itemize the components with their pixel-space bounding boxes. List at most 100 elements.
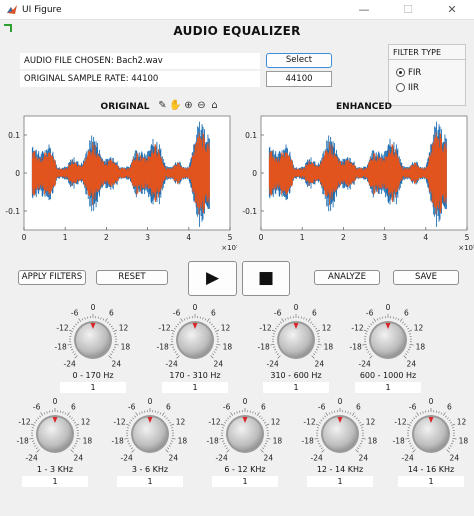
- knob-tick: [128, 422, 131, 424]
- knob-tick: [366, 328, 369, 330]
- knob-tick: [358, 445, 361, 447]
- knob-scale-label: 0: [243, 397, 248, 406]
- knob-tick: [264, 422, 267, 424]
- knob-tick: [310, 321, 312, 324]
- radio-iir[interactable]: IIR: [396, 82, 419, 94]
- knob-value-field[interactable]: 1: [398, 476, 464, 487]
- knob-scale-label: -6: [318, 403, 326, 412]
- knob-tick: [372, 321, 374, 324]
- matlab-icon: [7, 5, 17, 14]
- x-tick-label: 2: [341, 233, 346, 242]
- knob-scale-label: -6: [274, 309, 282, 318]
- knob-scale-label: 0: [53, 397, 58, 406]
- x-tick-label: 5: [228, 233, 233, 242]
- knob-value-field[interactable]: 1: [307, 476, 373, 487]
- knob-tick: [68, 329, 73, 332]
- knob-tick: [73, 445, 76, 447]
- knob-tick: [313, 353, 316, 356]
- knob-tick: [442, 412, 446, 416]
- knob-tick: [316, 427, 319, 429]
- knob-tick: [212, 325, 215, 328]
- knob-value-field[interactable]: 1: [117, 476, 183, 487]
- knob-band-label: 170 - 310 Hz: [169, 371, 221, 380]
- knob-tick: [33, 442, 36, 445]
- knob-scale-label: 24: [264, 453, 274, 462]
- knob-tick: [317, 440, 320, 442]
- close-button[interactable]: ✕: [430, 0, 474, 20]
- knob-tick: [406, 423, 411, 426]
- knob-scale-label: 18: [83, 436, 93, 445]
- radio-unselected-icon[interactable]: [396, 83, 405, 92]
- knob-tick: [169, 422, 172, 424]
- knob-tick: [226, 449, 230, 453]
- knob-tick: [266, 437, 271, 440]
- sample-rate-input[interactable]: 44100: [266, 71, 332, 87]
- knob-tick: [265, 423, 270, 426]
- knob-tick: [321, 449, 325, 453]
- knob-tick: [450, 442, 453, 445]
- minimize-button[interactable]: —: [342, 0, 386, 20]
- knob-tick: [176, 355, 180, 359]
- knob-tick: [264, 442, 267, 445]
- knob-scale-label: 24: [112, 359, 122, 368]
- knob-tick: [406, 351, 409, 353]
- sample-rate-field: ORIGINAL SAMPLE RATE: 44100: [20, 71, 260, 87]
- knob-tick: [275, 351, 278, 353]
- knob-tick: [405, 353, 408, 356]
- knob-tick: [411, 447, 414, 450]
- knob-tick: [129, 445, 132, 447]
- knob-tick: [408, 440, 411, 442]
- knob-scale-label: -18: [55, 342, 67, 351]
- knob-tick: [365, 346, 368, 348]
- reset-button[interactable]: RESET: [96, 270, 168, 285]
- radio-fir[interactable]: FIR: [396, 67, 421, 79]
- window-title: UI Figure: [22, 5, 62, 15]
- knob-tick: [320, 447, 323, 450]
- knob-tick: [379, 317, 381, 320]
- save-button[interactable]: SAVE: [393, 270, 459, 285]
- knob-tick: [319, 445, 322, 447]
- stop-button[interactable]: ■: [242, 261, 290, 296]
- knob-tick: [183, 318, 186, 321]
- analyze-button[interactable]: ANALYZE: [314, 270, 380, 285]
- knob-tick: [102, 318, 105, 321]
- knob-tick: [408, 329, 413, 332]
- x-tick-label: 4: [186, 233, 191, 242]
- knob-tick: [169, 343, 174, 346]
- knob-tick: [124, 437, 129, 440]
- knob-tick: [364, 333, 367, 335]
- knob-tick: [113, 329, 118, 332]
- knob-tick: [104, 318, 108, 322]
- knob-tick: [76, 437, 81, 440]
- radio-fir-label: FIR: [408, 68, 422, 78]
- play-button[interactable]: ▶: [188, 261, 237, 296]
- knob-band-label: 14 - 16 KHz: [407, 465, 455, 474]
- knob-tick: [411, 419, 414, 422]
- y-tick-label: -0.1: [242, 207, 257, 216]
- knob-tick: [215, 329, 220, 332]
- knob-tick: [159, 412, 162, 415]
- radio-selected-icon[interactable]: [396, 68, 405, 77]
- knob-scale-label: -12: [351, 323, 363, 332]
- knob-tick: [303, 317, 305, 320]
- knob-tick: [362, 343, 367, 346]
- knob-tick: [318, 422, 321, 424]
- knob-tick: [229, 415, 231, 418]
- maximize-button[interactable]: ☐: [386, 0, 430, 20]
- knob-value-field[interactable]: 1: [22, 476, 88, 487]
- knob-tick: [276, 353, 279, 356]
- knob-scale-label: 18: [121, 342, 131, 351]
- knob-scale-label: -24: [64, 359, 76, 368]
- knob-tick: [315, 328, 318, 330]
- knob-tick: [130, 419, 133, 422]
- knob-tick: [43, 412, 46, 415]
- select-button[interactable]: Select: [266, 53, 332, 68]
- knob-tick: [445, 415, 447, 418]
- knob-tick: [230, 412, 234, 416]
- knob-tick: [73, 325, 76, 328]
- apply-filters-button[interactable]: APPLY FILTERS: [18, 270, 86, 285]
- knob-value-field[interactable]: 1: [212, 476, 278, 487]
- knob-scale-label: 12: [322, 323, 332, 332]
- knob-tick: [37, 417, 40, 420]
- knob-tick: [316, 329, 321, 332]
